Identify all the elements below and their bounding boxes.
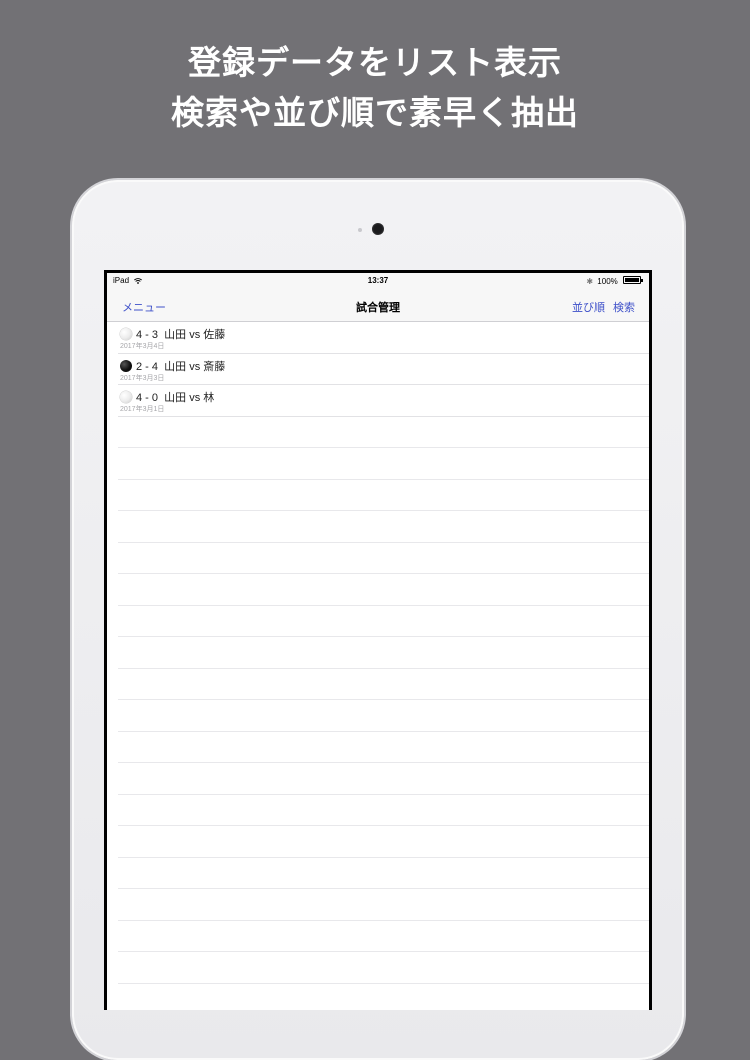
game-teams: 山田 vs 斎藤 <box>164 360 226 373</box>
empty-row <box>118 700 649 732</box>
empty-row <box>118 448 649 480</box>
game-row[interactable]: 4 - 0 山田 vs 林 2017年3月1日 <box>118 385 649 417</box>
empty-row <box>118 543 649 574</box>
status-time: 13:37 <box>367 276 389 285</box>
app-display: iPad 13:37 ✱ 100% メニュー 試合管理 並び順 検索 4 - 3… <box>107 273 649 1010</box>
search-button[interactable]: 検索 <box>613 302 635 314</box>
bluetooth-icon: ✱ <box>586 277 594 286</box>
battery-percent: 100% <box>597 277 618 286</box>
black-ball-icon <box>120 359 132 372</box>
game-row[interactable]: 4 - 3 山田 vs 佐藤 2017年3月4日 <box>118 322 649 354</box>
game-score: 2 - 4 <box>136 360 159 373</box>
empty-row <box>118 606 649 637</box>
status-bar: iPad 13:37 ✱ 100% <box>107 273 649 289</box>
empty-row <box>118 763 649 795</box>
empty-row <box>118 574 649 606</box>
game-score: 4 - 3 <box>136 329 159 341</box>
empty-row <box>118 669 649 700</box>
menu-button[interactable]: メニュー <box>122 299 166 315</box>
game-row[interactable]: 2 - 4 山田 vs 斎藤 2017年3月3日 <box>118 354 649 385</box>
promo-line-1: 登録データをリスト表示 <box>188 43 562 82</box>
empty-row <box>118 858 649 889</box>
sort-button[interactable]: 並び順 <box>572 302 605 314</box>
game-list: 4 - 3 山田 vs 佐藤 2017年3月4日 2 - 4 山田 vs 斎藤 … <box>107 322 649 1010</box>
white-ball-icon <box>120 328 132 340</box>
game-date: 2017年3月4日 <box>120 343 165 350</box>
device-screen: iPad 13:37 ✱ 100% メニュー 試合管理 並び順 検索 4 - 3… <box>104 270 652 1010</box>
game-teams: 山田 vs 林 <box>164 392 215 404</box>
page-title: 試合管理 <box>356 302 400 314</box>
empty-row <box>118 732 649 763</box>
sensor-dot <box>358 228 362 232</box>
front-camera <box>372 223 384 235</box>
game-teams: 山田 vs 佐藤 <box>164 329 226 341</box>
battery-icon <box>623 276 643 284</box>
empty-row <box>118 889 649 921</box>
empty-rows <box>107 417 649 1011</box>
empty-row <box>118 480 649 511</box>
empty-row <box>118 984 649 1011</box>
navigation-bar: メニュー 試合管理 並び順 検索 <box>107 289 649 322</box>
empty-row <box>118 511 649 543</box>
empty-row <box>118 952 649 984</box>
empty-row <box>118 826 649 858</box>
empty-row <box>118 417 649 448</box>
white-ball-icon <box>120 391 132 403</box>
game-date: 2017年3月3日 <box>120 374 165 382</box>
promo-line-2: 検索や並び順で素早く抽出 <box>171 93 579 132</box>
empty-row <box>118 795 649 826</box>
empty-row <box>118 637 649 669</box>
empty-row <box>118 921 649 952</box>
game-date: 2017年3月1日 <box>120 406 165 413</box>
game-score: 4 - 0 <box>136 392 159 404</box>
promo-headline: 登録データをリスト表示 検索や並び順で素早く抽出 <box>0 38 750 138</box>
